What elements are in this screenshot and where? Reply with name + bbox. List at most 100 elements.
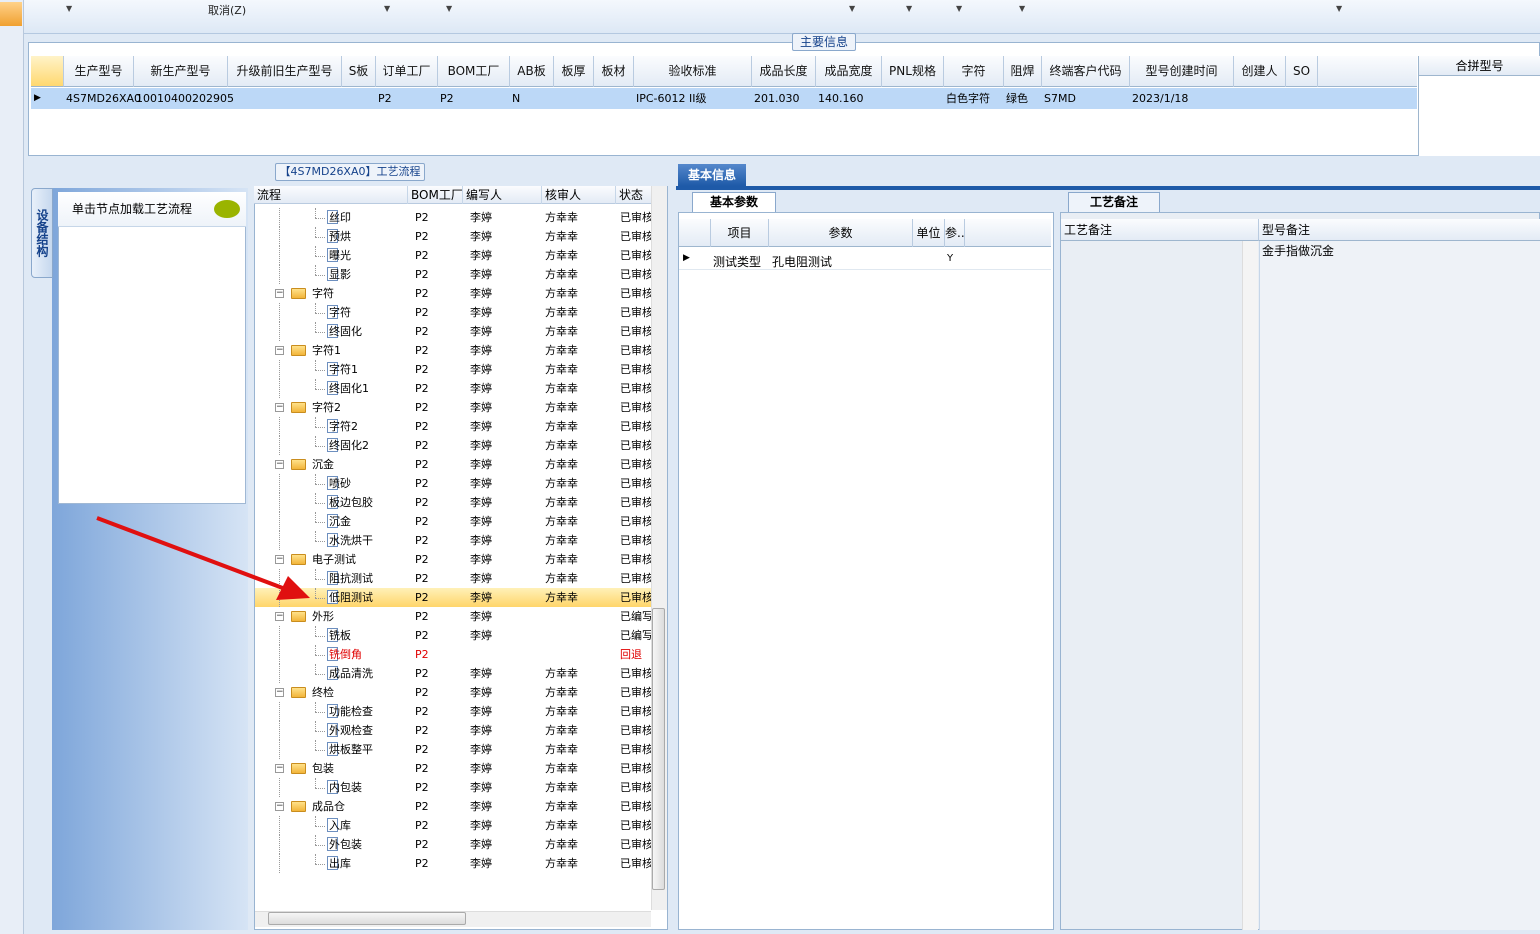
- collapse-icon[interactable]: −: [275, 460, 284, 469]
- table-cell[interactable]: P2: [378, 88, 392, 109]
- col-header[interactable]: 订单工厂: [376, 56, 438, 87]
- tree-node[interactable]: − 电子测试 P2 李婷 方幸幸 已审核: [255, 550, 651, 569]
- tree-node[interactable]: 终固化1 P2 李婷 方幸幸 已审核: [255, 379, 651, 398]
- main-info-tab[interactable]: 主要信息: [792, 33, 856, 51]
- col-header[interactable]: 板材: [594, 56, 634, 87]
- table-cell[interactable]: 2023/1/18: [1132, 88, 1188, 109]
- col-header[interactable]: 成品宽度: [816, 56, 882, 87]
- tree-node[interactable]: 内包装 P2 李婷 方幸幸 已审核: [255, 778, 651, 797]
- combined-model-list[interactable]: [1418, 76, 1540, 156]
- collapse-icon[interactable]: −: [275, 403, 284, 412]
- tree-node[interactable]: 字符2 P2 李婷 方幸幸 已审核: [255, 417, 651, 436]
- col-header[interactable]: SO: [1286, 56, 1318, 87]
- tree-node[interactable]: 铣板 P2 李婷 已编写: [255, 626, 651, 645]
- col-header[interactable]: PNL规格: [882, 56, 944, 87]
- col-header[interactable]: S板: [342, 56, 376, 87]
- table-cell[interactable]: 白色字符: [946, 88, 990, 109]
- col-header[interactable]: 参..: [945, 219, 965, 247]
- col-header[interactable]: 板厚: [554, 56, 594, 87]
- col-header[interactable]: 创建人: [1234, 56, 1286, 87]
- col-header[interactable]: 生产型号: [64, 56, 134, 87]
- table-cell[interactable]: 10010400202905: [136, 88, 234, 109]
- chevron-down-icon[interactable]: ▼: [956, 4, 962, 13]
- tree-node[interactable]: 显影 P2 李婷 方幸幸 已审核: [255, 265, 651, 284]
- collapse-icon[interactable]: −: [275, 289, 284, 298]
- tree-node[interactable]: 丝印 P2 李婷 方幸幸 已审核: [255, 208, 651, 227]
- tree-node[interactable]: 阻抗测试 P2 李婷 方幸幸 已审核: [255, 569, 651, 588]
- table-cell[interactable]: 140.160: [818, 88, 864, 109]
- table-cell[interactable]: IPC-6012 II级: [636, 88, 707, 109]
- app-menu-button[interactable]: [0, 2, 22, 26]
- scroll-thumb[interactable]: [268, 912, 466, 925]
- param-value[interactable]: 孔电阻测试: [772, 253, 832, 270]
- col-header[interactable]: 终端客户代码: [1042, 56, 1130, 87]
- col-header[interactable]: 升级前旧生产型号: [228, 56, 342, 87]
- tab-process-remarks[interactable]: 工艺备注: [1068, 192, 1160, 212]
- col-header[interactable]: 型号创建时间: [1130, 56, 1234, 87]
- tree-node[interactable]: 喷砂 P2 李婷 方幸幸 已审核: [255, 474, 651, 493]
- tab-basic-params[interactable]: 基本参数: [692, 192, 776, 212]
- chevron-down-icon[interactable]: ▼: [906, 4, 912, 13]
- col-header[interactable]: 编写人: [463, 186, 542, 204]
- table-cell[interactable]: 201.030: [754, 88, 800, 109]
- tree-node[interactable]: 出库 P2 李婷 方幸幸 已审核: [255, 854, 651, 873]
- col-header[interactable]: 单位: [913, 219, 945, 247]
- table-row[interactable]: ▶ 测试类型 孔电阻测试 Y: [679, 250, 1051, 270]
- scroll-thumb[interactable]: [652, 608, 665, 890]
- tree-node[interactable]: 终固化2 P2 李婷 方幸幸 已审核: [255, 436, 651, 455]
- table-cell[interactable]: 4S7MD26XA0: [66, 88, 141, 109]
- collapse-icon[interactable]: −: [275, 612, 284, 621]
- tree-node[interactable]: − 成品仓 P2 李婷 方幸幸 已审核: [255, 797, 651, 816]
- tree-node[interactable]: − 包装 P2 李婷 方幸幸 已审核: [255, 759, 651, 778]
- tree-node[interactable]: 外观检查 P2 李婷 方幸幸 已审核: [255, 721, 651, 740]
- table-row[interactable]: ▶ 4S7MD26XA0 10010400202905 P2 P2 N IPC-6012 I…: [31, 88, 1417, 109]
- col-header[interactable]: 状态: [616, 186, 652, 204]
- model-remark-field[interactable]: 金手指做沉金: [1259, 241, 1540, 930]
- tree-node[interactable]: − 字符1 P2 李婷 方幸幸 已审核: [255, 341, 651, 360]
- col-header[interactable]: AB板: [510, 56, 554, 87]
- tree-node[interactable]: 字符 P2 李婷 方幸幸 已审核: [255, 303, 651, 322]
- tree-node[interactable]: 字符1 P2 李婷 方幸幸 已审核: [255, 360, 651, 379]
- col-header[interactable]: 字符: [944, 56, 1004, 87]
- chevron-down-icon[interactable]: ▼: [1336, 4, 1342, 13]
- tree-node[interactable]: 低阻测试 P2 李婷 方幸幸 已审核: [255, 588, 651, 607]
- col-header[interactable]: 核审人: [542, 186, 616, 204]
- chevron-down-icon[interactable]: ▼: [849, 4, 855, 13]
- col-header[interactable]: 项目: [711, 219, 769, 247]
- param-flag[interactable]: Y: [947, 253, 953, 264]
- collapse-icon[interactable]: −: [275, 346, 284, 355]
- tree-node[interactable]: 外包装 P2 李婷 方幸幸 已审核: [255, 835, 651, 854]
- collapse-icon[interactable]: −: [275, 555, 284, 564]
- chevron-down-icon[interactable]: ▼: [1019, 4, 1025, 13]
- vertical-scrollbar[interactable]: [1242, 241, 1258, 930]
- col-header[interactable]: 新生产型号: [134, 56, 228, 87]
- tree-node[interactable]: 预烘 P2 李婷 方幸幸 已审核: [255, 227, 651, 246]
- tree-node[interactable]: 铣倒角 P2 回退: [255, 645, 651, 664]
- table-cell[interactable]: S7MD: [1044, 88, 1076, 109]
- tree-node[interactable]: 沉金 P2 李婷 方幸幸 已审核: [255, 512, 651, 531]
- col-header[interactable]: BOM工厂: [408, 186, 463, 204]
- tree-node[interactable]: 终固化 P2 李婷 方幸幸 已审核: [255, 322, 651, 341]
- tree-node[interactable]: − 终检 P2 李婷 方幸幸 已审核: [255, 683, 651, 702]
- tree-node[interactable]: 成品清洗 P2 李婷 方幸幸 已审核: [255, 664, 651, 683]
- col-header[interactable]: 参数: [769, 219, 913, 247]
- tree-node[interactable]: − 沉金 P2 李婷 方幸幸 已审核: [255, 455, 651, 474]
- tree-node[interactable]: 曝光 P2 李婷 方幸幸 已审核: [255, 246, 651, 265]
- table-cell[interactable]: P2: [440, 88, 454, 109]
- chevron-down-icon[interactable]: ▼: [66, 4, 72, 13]
- tree-node[interactable]: − 外形 P2 李婷 已编写: [255, 607, 651, 626]
- chevron-down-icon[interactable]: ▼: [446, 4, 452, 13]
- col-header[interactable]: 验收标准: [634, 56, 752, 87]
- side-tab-structure[interactable]: 设备结构: [31, 188, 53, 278]
- col-header[interactable]: BOM工厂: [438, 56, 510, 87]
- col-header[interactable]: 阻焊: [1004, 56, 1042, 87]
- grid-corner[interactable]: [679, 219, 711, 247]
- table-cell[interactable]: 绿色: [1006, 88, 1028, 109]
- tree-node[interactable]: 入库 P2 李婷 方幸幸 已审核: [255, 816, 651, 835]
- col-header[interactable]: 流程: [254, 186, 408, 204]
- tree-node[interactable]: 水洗烘干 P2 李婷 方幸幸 已审核: [255, 531, 651, 550]
- collapse-icon[interactable]: −: [275, 802, 284, 811]
- collapse-icon[interactable]: −: [275, 764, 284, 773]
- col-header[interactable]: 成品长度: [752, 56, 816, 87]
- cancel-button[interactable]: 取消(Z): [208, 2, 246, 18]
